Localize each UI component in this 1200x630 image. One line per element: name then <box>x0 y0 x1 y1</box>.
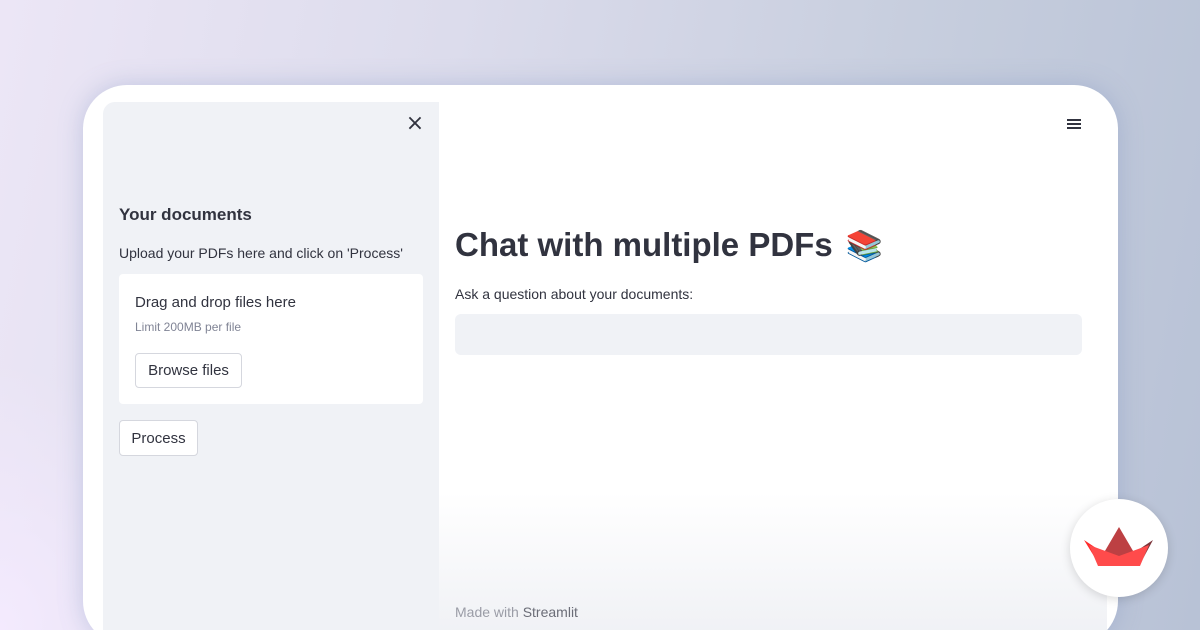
streamlit-logo-icon <box>1084 527 1153 566</box>
footer-prefix: Made with <box>455 604 519 620</box>
file-dropzone[interactable]: Drag and drop files here Limit 200MB per… <box>119 274 423 404</box>
close-sidebar-button[interactable]: × <box>405 113 425 135</box>
question-label: Ask a question about your documents: <box>455 286 694 302</box>
books-icon: 📚 <box>845 229 884 264</box>
app-screen: × Your documents Upload your PDFs here a… <box>103 102 1107 630</box>
process-button[interactable]: Process <box>119 420 198 456</box>
question-input[interactable] <box>455 314 1082 355</box>
dropzone-limit: Limit 200MB per file <box>135 320 242 334</box>
main-content: Chat with multiple PDFs 📚 Ask a question… <box>439 102 1107 630</box>
streamlit-link[interactable]: Streamlit <box>523 604 578 620</box>
sidebar-title: Your documents <box>119 205 252 224</box>
browse-files-button[interactable]: Browse files <box>135 353 242 388</box>
page-title-text: Chat with multiple PDFs <box>455 226 833 263</box>
sidebar: × Your documents Upload your PDFs here a… <box>103 102 439 630</box>
hamburger-menu-icon[interactable] <box>1064 117 1084 131</box>
dropzone-title: Drag and drop files here <box>135 294 296 311</box>
sidebar-subtitle: Upload your PDFs here and click on 'Proc… <box>119 245 403 261</box>
page-title: Chat with multiple PDFs 📚 <box>455 226 883 264</box>
streamlit-badge[interactable] <box>1070 499 1168 597</box>
footer: Made with Streamlit <box>455 604 578 620</box>
